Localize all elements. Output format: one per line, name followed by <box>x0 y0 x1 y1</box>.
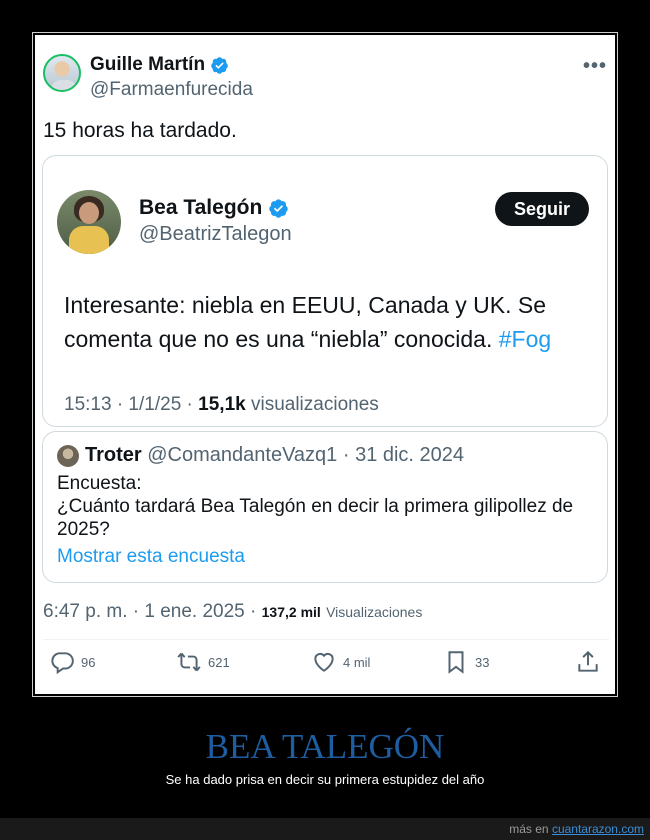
avatar[interactable] <box>43 54 81 92</box>
caption-title: BEA TALEGÓN <box>205 727 445 766</box>
share-button[interactable] <box>575 649 601 675</box>
quoted-tweet[interactable]: Bea Talegón @BeatrizTalegon Seguir Inter… <box>42 155 608 427</box>
site-link[interactable]: cuantarazon.com <box>552 822 644 836</box>
poll-label: Encuesta: <box>57 473 142 494</box>
views-label: Visualizaciones <box>326 604 423 620</box>
follow-button[interactable]: Seguir <box>495 192 589 226</box>
tweet-timestamp[interactable]: 6:47 p. m. · 1 ene. 2025 · <box>43 601 256 622</box>
quoted-tweet-text: Interesante: niebla en EEUU, Canada y UK… <box>64 288 599 356</box>
footer-bar: más en cuantarazon.com <box>0 818 650 840</box>
footer-text: más en cuantarazon.com <box>509 822 644 836</box>
author-handle[interactable]: @Farmaenfurecida <box>90 79 253 101</box>
quoted-text-body: Interesante: niebla en EEUU, Canada y UK… <box>64 292 547 352</box>
action-bar: 96 621 4 mil 33 <box>35 649 615 683</box>
retweet-button[interactable]: 621 <box>176 649 230 675</box>
show-poll-link[interactable]: Mostrar esta encuesta <box>57 546 245 568</box>
caption-subtitle: Se ha dado prisa en decir su primera est… <box>165 772 485 787</box>
view-count: 137,2 mil <box>261 604 321 620</box>
author-name[interactable]: Guille Martín <box>90 54 229 76</box>
verified-badge-icon <box>211 56 228 74</box>
quoted-avatar[interactable] <box>57 190 121 254</box>
share-icon <box>578 650 598 672</box>
quoted-author-name[interactable]: Bea Talegón <box>139 196 289 220</box>
retweet-icon <box>177 652 201 672</box>
footer-prefix: más en <box>509 822 552 836</box>
poll-tweet-text: Encuesta: ¿Cuánto tardará Bea Talegón en… <box>57 472 597 541</box>
poll-author-handle-date: @ComandanteVazq1 · 31 dic. 2024 <box>141 444 465 466</box>
bookmark-count: 33 <box>475 654 490 670</box>
poll-author-avatar[interactable] <box>57 445 79 467</box>
divider <box>43 639 609 640</box>
poll-author-name[interactable]: Troter <box>85 444 142 466</box>
tweet-text: 15 horas ha tardado. <box>43 119 237 142</box>
like-count: 4 mil <box>343 654 371 670</box>
reply-button[interactable]: 96 <box>49 649 95 675</box>
tweet-card: Guille Martín @Farmaenfurecida ••• 15 ho… <box>35 35 615 694</box>
tweet-meta: 6:47 p. m. · 1 ene. 2025 · 137,2 mil Vis… <box>43 601 422 623</box>
quoted-timestamp[interactable]: 15:13 · 1/1/25 · <box>64 394 198 415</box>
quoted-tweet-meta: 15:13 · 1/1/25 · 15,1k visualizaciones <box>64 394 379 416</box>
retweet-count: 621 <box>208 654 230 670</box>
quoted-view-count: 15,1k <box>198 394 246 415</box>
bookmark-icon <box>448 651 464 674</box>
author-name-text: Guille Martín <box>90 54 206 75</box>
like-button[interactable]: 4 mil <box>311 649 370 675</box>
quoted-author-handle[interactable]: @BeatrizTalegon <box>139 223 292 246</box>
quoted-views-label: visualizaciones <box>245 394 379 415</box>
heart-icon <box>314 652 334 672</box>
reply-count: 96 <box>81 654 96 670</box>
reply-icon <box>51 652 74 675</box>
poll-question: ¿Cuánto tardará Bea Talegón en decir la … <box>57 496 574 540</box>
bookmark-button[interactable]: 33 <box>443 649 489 675</box>
poll-quoted-tweet[interactable]: Troter @ComandanteVazq1 · 31 dic. 2024 E… <box>42 431 608 583</box>
quoted-author-name-text: Bea Talegón <box>139 196 263 219</box>
more-options-icon[interactable]: ••• <box>583 55 607 78</box>
poll-author-header: Troter @ComandanteVazq1 · 31 dic. 2024 <box>85 444 464 467</box>
hashtag-link[interactable]: #Fog <box>499 326 551 352</box>
verified-badge-icon <box>269 198 288 218</box>
